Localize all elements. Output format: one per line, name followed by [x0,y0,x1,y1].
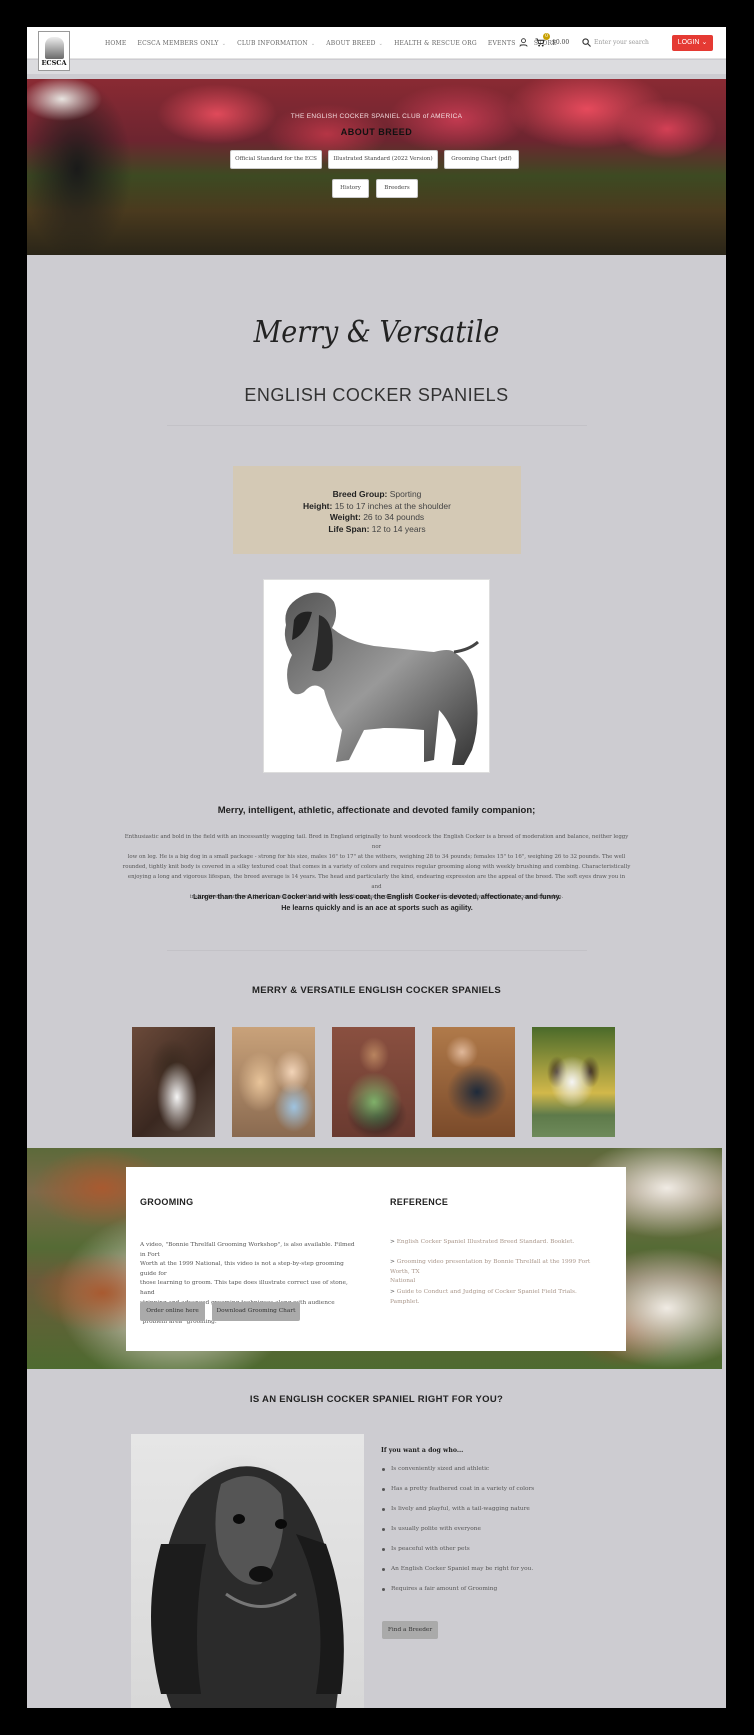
main-nav: HOME ECSCA MEMBERS ONLY ⌄ CLUB INFORMATIO… [105,27,568,59]
highlight-text: Larger than the American Cocker and with… [157,892,597,913]
official-standard-button[interactable]: Official Standard for the ECS [230,150,322,169]
reference-link-1[interactable]: > English Cocker Spaniel Illustrated Bre… [390,1238,605,1248]
highlight-line: Larger than the American Cocker and with… [193,892,561,901]
description-line: rounded, tightly knit body is covered in… [122,864,631,870]
list-item: Is lively and playful, with a tail-waggi… [381,1506,681,1514]
list-item: Is peaceful with other pets [381,1546,681,1554]
nav-label: ABOUT BREED [326,39,376,47]
user-icon[interactable] [519,38,528,47]
login-label: LOGIN [677,39,700,46]
chevron-down-icon: ⌄ [378,40,384,47]
divider [167,950,587,951]
hero-dog-image [27,79,137,255]
nav-item-about-breed[interactable]: ABOUT BREED ⌄ [326,40,383,47]
cart-count-badge: 0 [543,33,550,40]
list-item: An English Cocker Spaniel may be right f… [381,1566,681,1574]
fact-weight: Weight: 26 to 34 pounds [329,512,425,522]
login-button[interactable]: LOGIN ⌄ [672,35,713,51]
page: ECSCA HOME ECSCA MEMBERS ONLY ⌄ CLUB INFO… [27,27,726,1708]
list-item: Requires a fair amount of Grooming [381,1586,681,1594]
nav-label: HEALTH & RESCUE ORG [394,39,477,47]
reference-title: REFERENCE [390,1197,449,1207]
arrow-icon: > [390,1259,395,1265]
reference-link-2[interactable]: > Grooming video presentation by Bonnie … [390,1258,605,1287]
right-for-you-title: IS AN ENGLISH COCKER SPANIEL RIGHT FOR Y… [249,1394,504,1405]
nav-item-events[interactable]: EVENTS ⌄ [488,40,523,47]
nav-item-club-info[interactable]: CLUB INFORMATION ⌄ [237,40,315,47]
suitability-list: If you want a dog who... Is conveniently… [381,1447,681,1606]
nav-item-health-rescue[interactable]: HEALTH & RESCUE ORG [394,40,477,47]
grooming-chart-button[interactable]: Grooming Chart (pdf) [444,150,519,169]
nav-label: ECSCA MEMBERS ONLY [137,39,219,47]
nav-label: HOME [105,39,127,47]
nav-item-members[interactable]: ECSCA MEMBERS ONLY ⌄ [137,40,226,47]
history-button[interactable]: History [332,179,369,198]
script-title: Merry & Versatile [253,315,500,350]
illustrated-standard-button[interactable]: Illustrated Standard (2022 Version) [328,150,438,169]
gallery-photo-5[interactable] [532,1027,615,1137]
find-breeder-button[interactable]: Find a Breeder [382,1621,438,1639]
spaniel-portrait-image [131,1434,364,1708]
grooming-reference-card: GROOMING A video, "Bonnie Threlfall Groo… [126,1167,626,1351]
grooming-text-line: those learning to groom. This tape does … [140,1280,348,1296]
logo-text: ECSCA [41,59,67,67]
gallery-photo-1[interactable] [132,1027,215,1137]
chevron-down-icon: ⌄ [310,40,316,47]
list-question: If you want a dog who... [381,1447,464,1454]
chevron-down-icon: ⌄ [701,39,708,46]
search-input[interactable]: Enter your search [594,39,662,46]
fact-life-span: Life Span: 12 to 14 years [328,523,426,534]
list-item: Is usually polite with everyone [381,1526,681,1534]
divider [167,425,587,426]
search-icon[interactable] [582,38,591,47]
hero-title: ABOUT BREED [340,127,413,137]
gallery-photo-2[interactable] [232,1027,315,1137]
highlight-line: He learns quickly and is an ace at sport… [281,902,473,912]
lead-heading: Merry, intelligent, athletic, affectiona… [217,805,536,816]
cart-total[interactable]: $0.00 [552,39,569,46]
grooming-text-line: A video, "Bonnie Threlfall Grooming Work… [140,1242,355,1258]
reference-link-3[interactable]: > Guide to Conduct and Judging of Cocker… [390,1288,605,1307]
chevron-down-icon: ⌄ [221,40,227,47]
nav-label: CLUB INFORMATION [237,39,308,47]
breed-illustration-image [263,579,490,773]
site-logo[interactable]: ECSCA [38,31,70,71]
grooming-text-line: Worth at the 1999 National, this video i… [140,1261,344,1277]
gallery-photo-4[interactable] [432,1027,515,1137]
gallery-title: MERRY & VERSATILE ENGLISH COCKER SPANIEL… [252,985,501,996]
hero-banner: THE ENGLISH COCKER SPANIEL CLUB of AMERI… [27,79,726,255]
fact-height: Height: 15 to 17 inches at the shoulder [303,500,451,511]
logo-dog-image [45,37,64,59]
download-grooming-chart-button[interactable]: Download Grooming Chart [212,1302,300,1321]
list-item: Has a pretty feathered coat in a variety… [381,1486,681,1494]
grooming-title: GROOMING [140,1197,194,1207]
breeders-button[interactable]: Breeders [376,179,418,198]
breed-facts-box: Breed Group: Sporting Height: 15 to 17 i… [233,466,521,554]
fact-breed-group: Breed Group: Sporting [332,489,422,499]
nav-item-home[interactable]: HOME [105,40,126,47]
page-title: ENGLISH COCKER SPANIELS [244,385,509,405]
arrow-icon: > [390,1289,395,1295]
order-online-button[interactable]: Order online here [140,1302,205,1321]
description-line: low on leg. He is a big dog in a small p… [127,854,626,860]
gallery-photo-3[interactable] [332,1027,415,1137]
arrow-icon: > [390,1239,395,1245]
description-line: enjoying a long and vigorous lifespan, t… [127,874,626,890]
list-item: Is conveniently sized and athletic [381,1466,681,1474]
description-line: Enthusiastic and bold in the field with … [124,834,629,850]
hero-subtitle: THE ENGLISH COCKER SPANIEL CLUB of AMERI… [290,113,463,120]
nav-label: EVENTS [487,39,516,47]
site-header: ECSCA HOME ECSCA MEMBERS ONLY ⌄ CLUB INFO… [27,27,726,71]
header-strip [27,60,726,74]
